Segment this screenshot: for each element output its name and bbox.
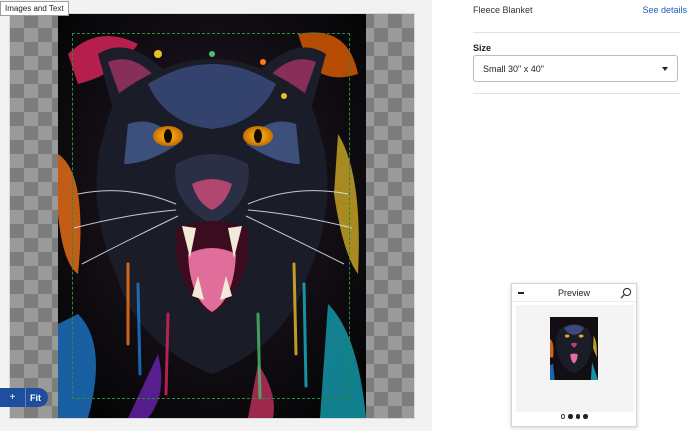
preview-window: Preview	[511, 283, 637, 427]
pagination-dot[interactable]	[560, 414, 565, 419]
design-editor: Images and Text + Fit	[0, 0, 432, 431]
images-and-text-tooltip: Images and Text	[0, 1, 69, 16]
see-details-link[interactable]: See details	[642, 5, 687, 15]
zoom-in-button[interactable]: +	[0, 388, 26, 407]
pagination-dot[interactable]	[583, 414, 588, 419]
magnifier-icon[interactable]	[620, 287, 632, 299]
panther-artwork-image[interactable]	[58, 14, 366, 418]
preview-image-area	[516, 305, 634, 412]
panther-artwork-illustration	[58, 14, 366, 418]
product-name: Fleece Blanket	[473, 5, 533, 15]
size-label: Size	[473, 43, 492, 53]
size-select-value: Small 30" x 40"	[483, 63, 544, 74]
zoom-control: + Fit	[0, 388, 48, 407]
minus-icon[interactable]	[518, 288, 525, 298]
preview-pagination	[512, 414, 636, 419]
preview-header: Preview	[512, 284, 636, 302]
size-select[interactable]: Small 30" x 40"	[473, 55, 678, 82]
pagination-dot[interactable]	[568, 414, 573, 419]
caret-down-icon	[662, 66, 668, 71]
preview-blanket-thumbnail	[550, 317, 598, 380]
divider	[473, 32, 680, 33]
product-header: Fleece Blanket See details	[473, 5, 687, 15]
panther-thumbnail-illustration	[550, 317, 598, 380]
preview-title: Preview	[557, 287, 590, 298]
zoom-fit-button[interactable]: Fit	[26, 388, 48, 407]
divider	[473, 93, 680, 94]
pagination-dot[interactable]	[575, 414, 580, 419]
